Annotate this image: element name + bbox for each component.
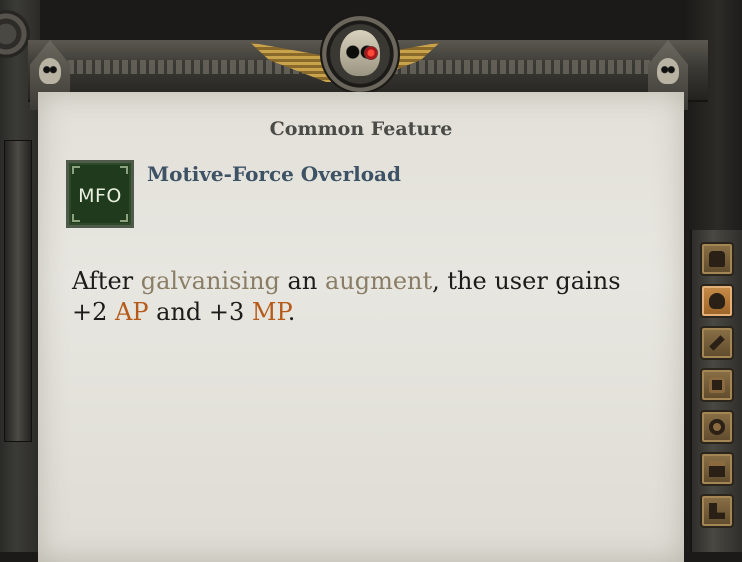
mechanicus-skull-emblem-icon [320, 14, 400, 94]
feature-abbreviation: MFO [78, 185, 122, 207]
equipment-tab-bar [690, 230, 742, 552]
boot-icon [709, 503, 725, 519]
tab-gear[interactable] [700, 410, 734, 444]
piston-decoration [4, 140, 32, 442]
description-text: . [287, 298, 296, 326]
gear-icon [709, 419, 725, 435]
keyword-augment[interactable]: augment [325, 267, 432, 295]
skull-helmet-icon [709, 293, 725, 309]
feature-icon: MFO [66, 160, 134, 228]
panel-title: Common Feature [269, 118, 453, 140]
icon-corner [120, 214, 128, 222]
stat-ap[interactable]: AP [115, 298, 148, 326]
bionic-eye-icon [364, 46, 378, 60]
tab-cabinet[interactable] [700, 452, 734, 486]
skull-ornament-right-icon [657, 58, 679, 84]
tools-icon [709, 335, 725, 351]
icon-corner [72, 166, 80, 174]
feature-tooltip-panel: Common Feature MFO Motive-Force Overload… [38, 92, 684, 562]
icon-corner [120, 166, 128, 174]
description-text: After [72, 267, 141, 295]
cog-decoration-icon [0, 10, 30, 58]
tab-skull-helmet[interactable] [700, 284, 734, 318]
description-text: and +3 [148, 298, 252, 326]
feature-name: Motive-Force Overload [147, 162, 401, 186]
tab-armor-plate[interactable] [700, 368, 734, 402]
icon-corner [72, 214, 80, 222]
description-text: an [279, 267, 325, 295]
armor-plate-icon [709, 377, 725, 393]
cabinet-icon [709, 461, 725, 477]
stat-mp[interactable]: MP [252, 298, 288, 326]
feature-description: After galvanising an augment, the user g… [72, 266, 662, 328]
tab-boot[interactable] [700, 494, 734, 528]
tab-chest[interactable] [700, 242, 734, 276]
tab-tools[interactable] [700, 326, 734, 360]
chest-icon [709, 251, 725, 267]
skull-ornament-left-icon [39, 58, 61, 84]
keyword-galvanising[interactable]: galvanising [141, 267, 280, 295]
